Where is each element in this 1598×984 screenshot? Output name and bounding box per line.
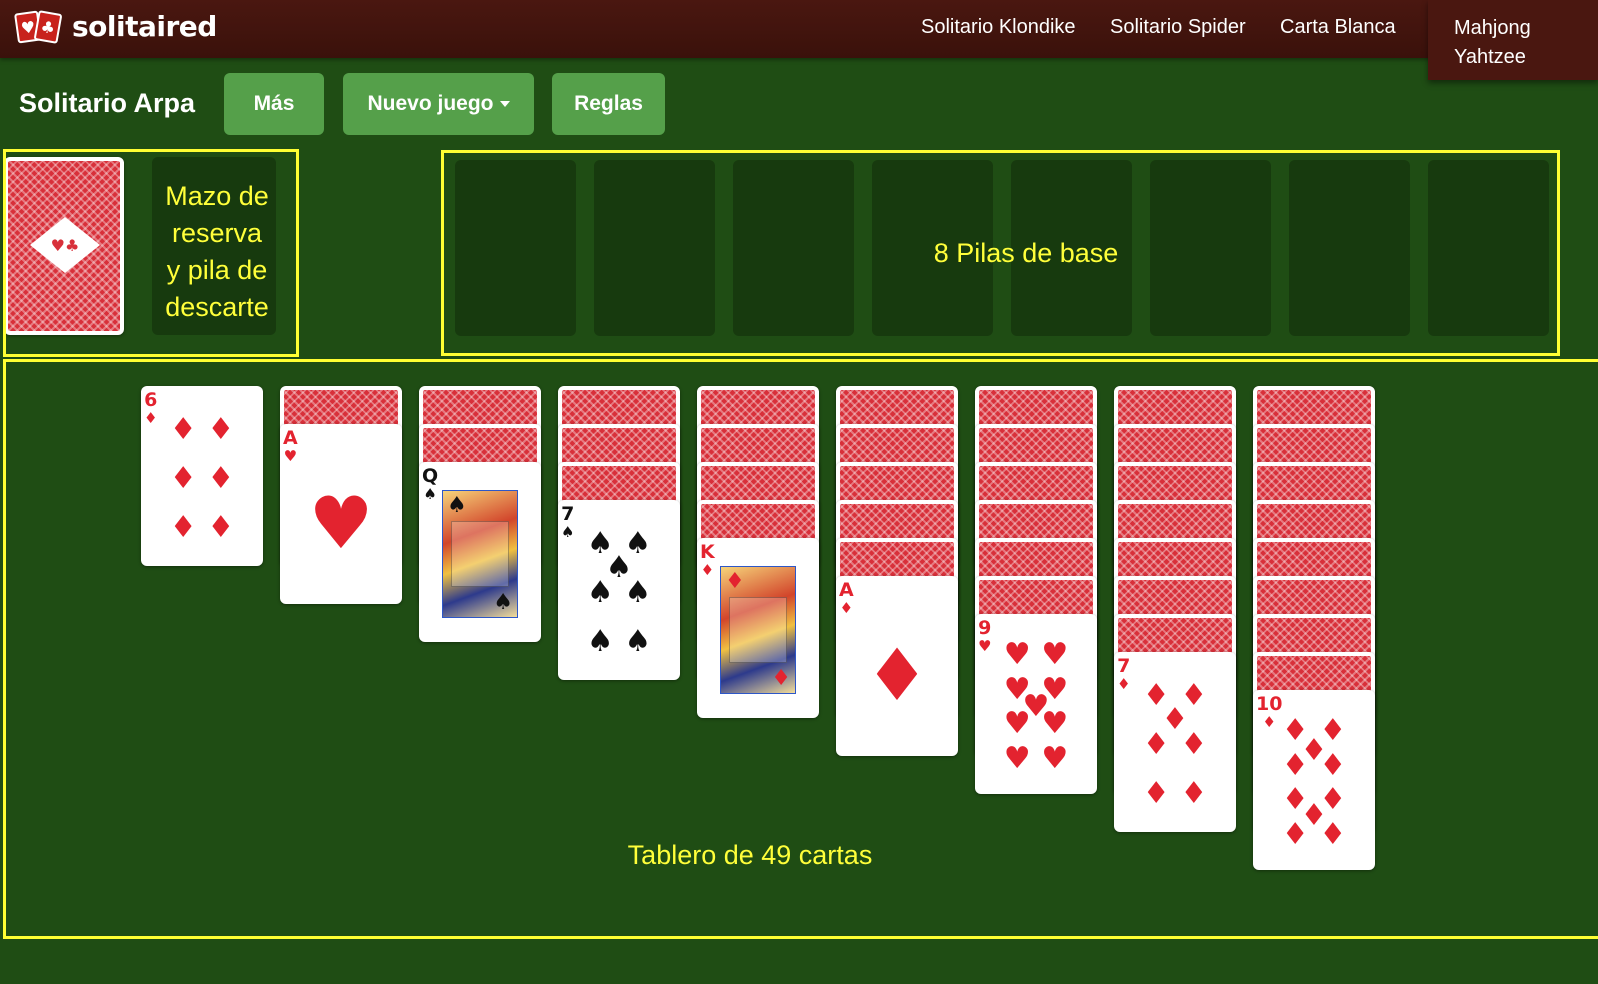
nav-link-spider[interactable]: Solitario Spider — [1110, 16, 1246, 39]
game-title: Solitario Arpa — [19, 88, 196, 118]
nav-link-yahtzee[interactable]: Yahtzee — [1454, 46, 1526, 69]
rules-button[interactable]: Reglas — [552, 73, 665, 135]
brand-logo[interactable]: ♥ ♣ solitaired — [14, 9, 217, 44]
more-button[interactable]: Más — [224, 73, 324, 135]
stock-highlight-box — [3, 149, 299, 357]
top-navbar: ♥ ♣ solitaired Solitario Klondike Solita… — [0, 0, 1598, 58]
brand-name: solitaired — [72, 10, 217, 43]
nav-link-freecell[interactable]: Carta Blanca — [1280, 16, 1396, 39]
rules-button-label: Reglas — [574, 92, 643, 115]
new-game-dropdown-button[interactable]: Nuevo juego — [343, 73, 534, 135]
more-button-label: Más — [253, 92, 295, 115]
foundation-label: 8 Pilas de base — [933, 238, 1119, 268]
nav-link-klondike[interactable]: Solitario Klondike — [921, 16, 1076, 39]
nav-overflow-menu: Mahjong Yahtzee — [1428, 0, 1598, 80]
logo-club-card-icon: ♣ — [33, 9, 63, 44]
nav-link-mahjong[interactable]: Mahjong — [1454, 17, 1531, 40]
caret-down-icon — [499, 101, 510, 107]
tableau-label: Tablero de 49 cartas — [627, 840, 873, 870]
new-game-label: Nuevo juego — [367, 92, 494, 115]
